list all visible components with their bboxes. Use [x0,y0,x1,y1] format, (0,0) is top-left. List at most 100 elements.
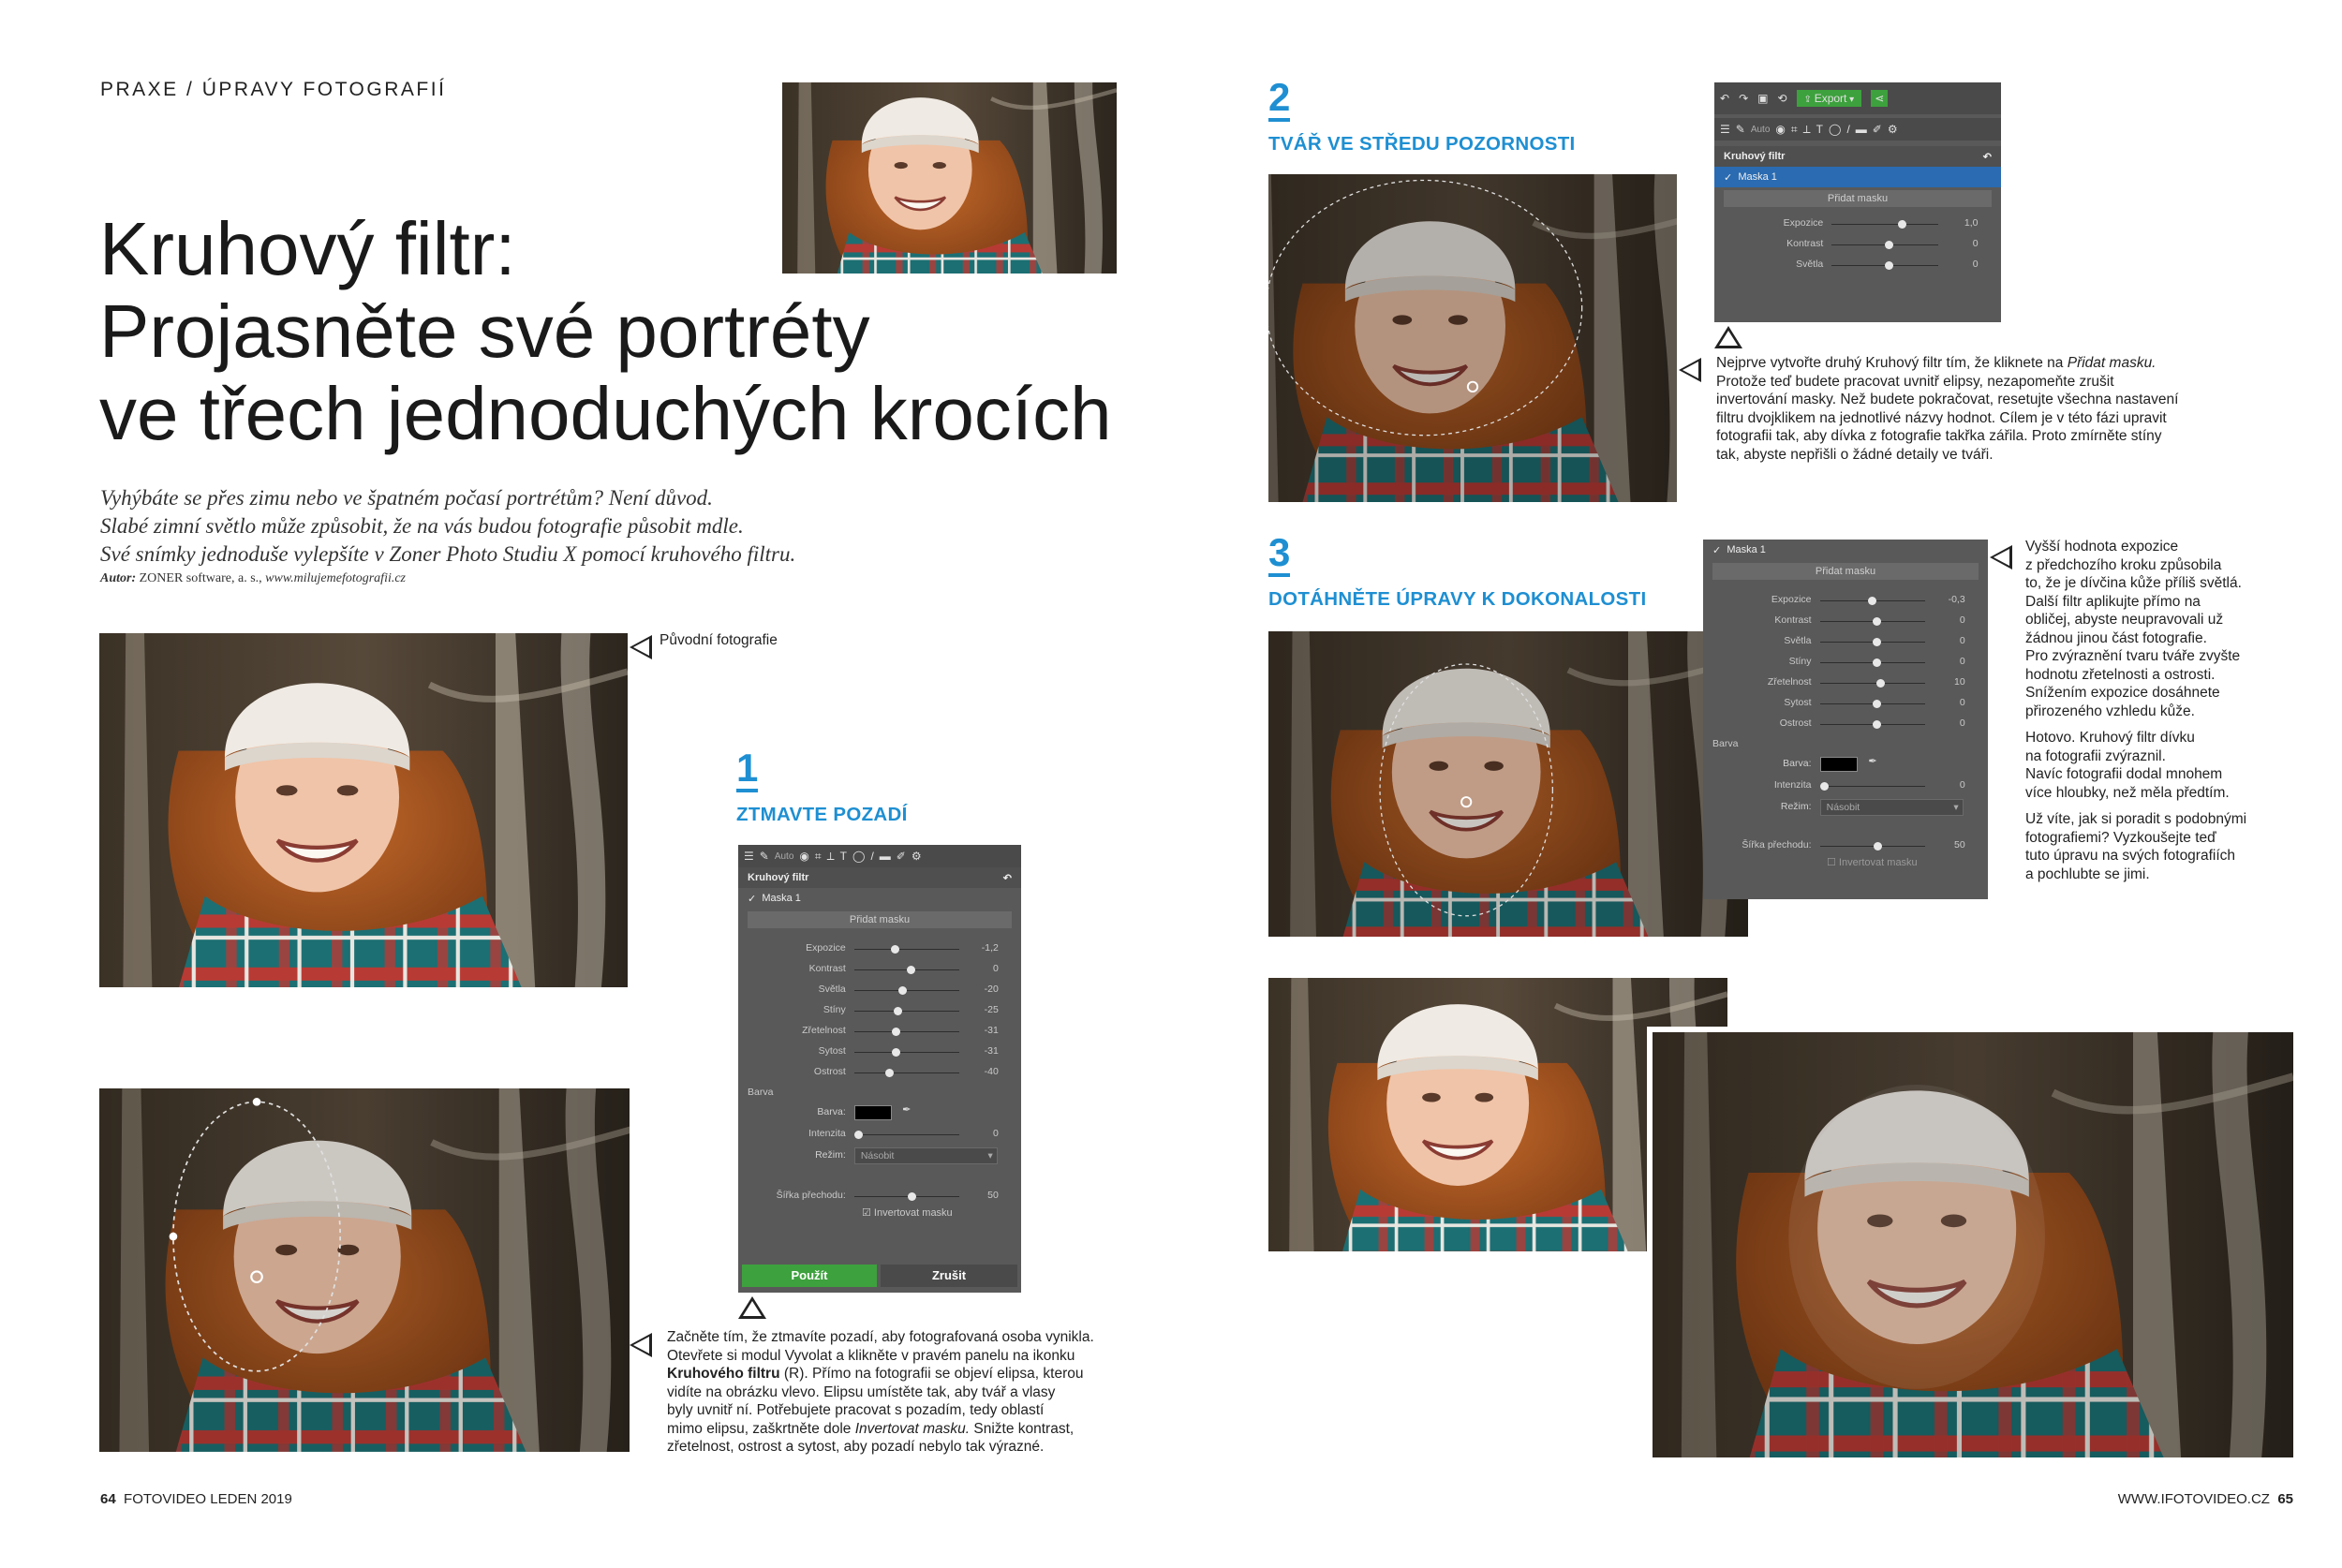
slider-knob[interactable] [897,986,907,995]
wand-icon[interactable]: ✎ [760,850,769,863]
slider-zřetelnost[interactable]: Zřetelnost -31 [738,1021,1021,1042]
invert-mask-checkbox[interactable]: ☐ Invertovat masku [1703,856,1988,868]
crop-icon[interactable]: ⌗ [815,850,822,864]
feather-slider[interactable]: Šířka přechodu: 50 [738,1186,1021,1206]
gradient-icon[interactable]: ▬ [880,850,891,863]
cancel-button[interactable]: Zrušit [881,1265,1017,1287]
auto-label[interactable]: Auto [1751,125,1771,135]
reset-icon[interactable]: ↶ [1003,872,1012,884]
slider-světla[interactable]: Světla 0 [1703,631,1988,652]
camera-icon[interactable]: ◉ [799,850,808,863]
add-mask-button[interactable]: Přidat masku [1712,563,1979,580]
pen-icon[interactable]: ✐ [1873,123,1882,136]
share-icon[interactable]: ⋖ [1871,90,1889,107]
circle-filter-icon[interactable]: ◯ [1829,123,1841,136]
slider-knob[interactable] [1872,720,1881,729]
slider-knob[interactable] [1876,679,1886,688]
slider-ostrost[interactable]: Ostrost 0 [1703,714,1988,734]
slider-knob[interactable] [1819,782,1829,791]
circle-filter-icon[interactable]: ◯ [852,850,865,863]
text-icon[interactable]: T [840,850,847,863]
gear-icon[interactable]: ⚙ [1888,123,1898,136]
wand-icon[interactable]: ✎ [1736,123,1745,136]
text-icon[interactable]: T [1816,123,1823,136]
rotate-icon[interactable]: ⟲ [1777,92,1786,105]
slider-ostrost[interactable]: Ostrost -40 [738,1062,1021,1083]
slider-knob[interactable] [1872,617,1881,626]
mask-item[interactable]: ✓ Maska 1 [1714,167,2001,187]
image-icon[interactable]: ▣ [1757,92,1768,105]
slider-sytost[interactable]: Sytost -31 [738,1042,1021,1062]
slider-zřetelnost[interactable]: Zřetelnost 10 [1703,673,1988,693]
slider-track [853,1072,959,1073]
caption-italic: Přidat masku. [2067,355,2157,371]
slider-knob[interactable] [892,1028,901,1036]
slider-knob[interactable] [1872,700,1881,708]
gear-icon[interactable]: ⚙ [912,850,922,863]
slider-list: Expozice -0,3 Kontrast 0 Světla 0 Stíny 0 Zřetel… [1703,590,1988,734]
slider-knob[interactable] [1885,261,1894,270]
slider-stíny[interactable]: Stíny -25 [738,1000,1021,1021]
mask-item[interactable]: ✓ Maska 1 [738,888,1021,909]
slider-expozice[interactable]: Expozice -0,3 [1703,590,1988,611]
gradient-icon[interactable]: ▬ [1856,123,1867,136]
color-swatch[interactable] [853,1105,892,1120]
brush-icon[interactable]: / [1846,123,1849,136]
feather-slider[interactable]: Šířka přechodu: 50 [1703,836,1988,856]
slider-kontrast[interactable]: Kontrast 0 [1714,234,2001,255]
slider-knob[interactable] [1874,842,1883,851]
slider-knob[interactable] [890,945,899,954]
mode-select[interactable]: Násobit ▾ [853,1147,998,1164]
undo-icon[interactable]: ↶ [1720,92,1729,105]
intensity-slider[interactable]: Intenzita 0 [1703,776,1988,796]
slider-knob[interactable] [1872,638,1881,646]
slider-světla[interactable]: Světla -20 [738,980,1021,1000]
sliders-icon[interactable]: ☰ [1720,123,1730,136]
caption-line: Kruhového filtru (R). Přímo na fotografi… [667,1365,1135,1383]
pen-icon[interactable]: ✐ [897,850,906,863]
invert-mask-checkbox[interactable]: ☑ Invertovat masku [738,1206,1021,1219]
mode-select[interactable]: Násobit ▾ [1819,799,1964,816]
straighten-icon[interactable]: ⟂ [827,850,835,864]
slider-expozice[interactable]: Expozice 1,0 [1714,214,2001,234]
add-mask-button[interactable]: Přidat masku [1724,190,1992,207]
slider-kontrast[interactable]: Kontrast 0 [1703,611,1988,631]
slider-knob[interactable] [1897,220,1906,229]
redo-icon[interactable]: ↷ [1739,92,1748,105]
website-link[interactable]: WWW.IFOTOVIDEO.CZ [2118,1491,2270,1507]
slider-knob[interactable] [1872,658,1881,667]
slider-knob[interactable] [853,1131,863,1139]
slider-kontrast[interactable]: Kontrast 0 [738,959,1021,980]
straighten-icon[interactable]: ⟂ [1803,123,1811,137]
slider-knob[interactable] [906,966,915,974]
caption-text: mimo elipsu, zaškrtněte dole [667,1420,855,1437]
slider-stíny[interactable]: Stíny 0 [1703,652,1988,673]
eyedropper-icon[interactable]: ✒ [1868,755,1876,767]
slider-knob[interactable] [908,1192,917,1201]
intensity-slider[interactable]: Intenzita 0 [738,1124,1021,1145]
reset-icon[interactable]: ↶ [1983,151,1992,163]
slider-knob[interactable] [1868,597,1877,605]
crop-icon[interactable]: ⌗ [1791,123,1798,137]
original-photo [99,633,628,987]
slider-expozice[interactable]: Expozice -1,2 [738,939,1021,959]
slider-knob[interactable] [894,1007,903,1015]
slider-knob[interactable] [1885,241,1894,249]
brush-icon[interactable]: / [870,850,873,863]
eyedropper-icon[interactable]: ✒ [902,1103,911,1116]
sliders-icon[interactable]: ☰ [744,850,754,863]
slider-track [1819,683,1926,684]
slider-knob[interactable] [892,1048,901,1057]
pointer-arrow-icon [630,635,652,659]
slider-knob[interactable] [885,1069,895,1077]
export-button[interactable]: ⇪ Export ▾ [1796,90,1862,107]
add-mask-button[interactable]: Přidat masku [748,911,1012,928]
mask-item[interactable]: ✓ Maska 1 [1703,540,1988,560]
color-swatch[interactable] [1819,757,1858,772]
slider-sytost[interactable]: Sytost 0 [1703,693,1988,714]
slider-label: Intenzita [808,1128,846,1139]
slider-světla[interactable]: Světla 0 [1714,255,2001,275]
camera-icon[interactable]: ◉ [1775,123,1785,136]
apply-button[interactable]: Použít [742,1265,877,1287]
auto-label[interactable]: Auto [775,851,794,862]
